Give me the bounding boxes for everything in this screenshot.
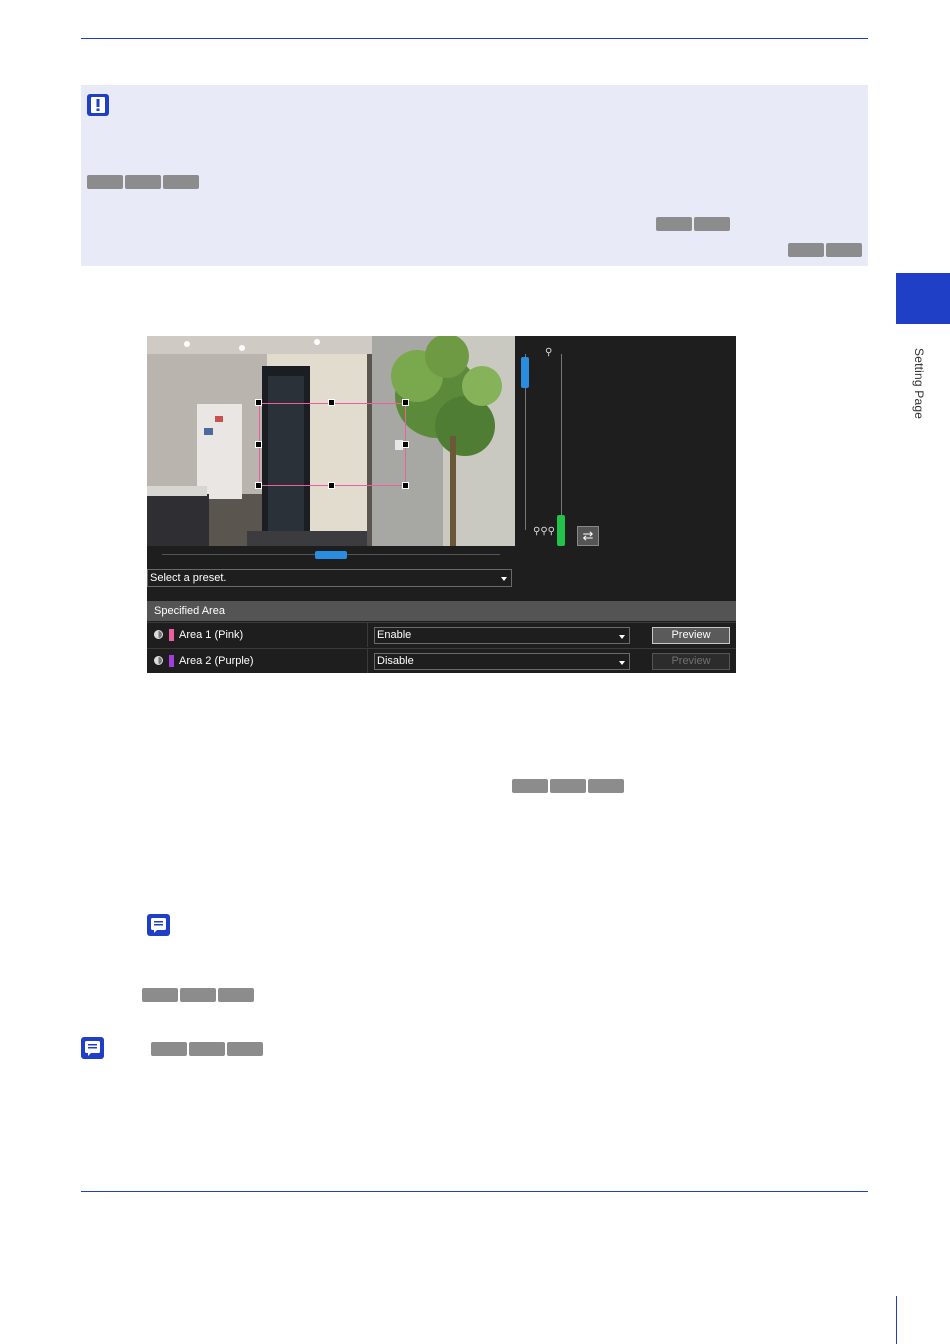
camera-settings-ui: Select a preset. ⚲ ⚲⚲⚲ ⇄ Specified Area …	[147, 336, 736, 673]
resize-handle[interactable]	[402, 441, 409, 448]
note-icon	[81, 1037, 104, 1059]
area-row: Area 1 (Pink) Enable Preview	[147, 622, 736, 647]
area-name: Area 2 (Purple)	[179, 655, 254, 667]
focus-slider-track[interactable]	[561, 354, 562, 530]
resize-handle[interactable]	[402, 482, 409, 489]
mask-icon	[154, 656, 163, 665]
model-chip-group	[151, 1042, 263, 1056]
column-divider	[367, 623, 368, 647]
side-label: Setting Page	[912, 348, 926, 420]
model-chip	[694, 217, 730, 231]
preset-select-value: Select a preset.	[150, 572, 227, 584]
resize-handle[interactable]	[255, 482, 262, 489]
pan-slider-thumb[interactable]	[315, 551, 347, 559]
resize-handle[interactable]	[402, 399, 409, 406]
mask-icon	[154, 630, 163, 639]
model-chip	[512, 779, 548, 793]
resize-handle[interactable]	[255, 441, 262, 448]
model-chip	[142, 988, 178, 1002]
resize-handle[interactable]	[328, 399, 335, 406]
area-setting-select[interactable]: Disable	[374, 653, 630, 670]
top-rule	[81, 38, 868, 39]
model-chip	[588, 779, 624, 793]
area-setting-value: Disable	[377, 655, 414, 667]
area-row: Area 2 (Purple) Disable Preview	[147, 648, 736, 673]
model-chip-group	[788, 243, 862, 257]
model-chip	[189, 1042, 225, 1056]
model-chip	[227, 1042, 263, 1056]
zoom-slider-thumb[interactable]	[521, 357, 529, 388]
area-color-swatch	[169, 629, 174, 641]
specified-area-header: Specified Area	[147, 601, 736, 621]
model-chip	[218, 988, 254, 1002]
chevron-down-icon	[619, 635, 625, 639]
focus-near-icon: ⚲	[545, 347, 553, 358]
preset-select[interactable]: Select a preset.	[147, 569, 512, 587]
area-color-swatch	[169, 655, 174, 667]
page-number-rule	[896, 1296, 897, 1344]
area-name: Area 1 (Pink)	[179, 629, 244, 641]
focus-far-icon: ⚲⚲⚲	[533, 526, 555, 537]
model-chip-group	[87, 175, 199, 189]
model-chip	[826, 243, 862, 257]
model-chip	[788, 243, 824, 257]
column-divider	[367, 649, 368, 673]
preview-button[interactable]: Preview	[652, 627, 730, 644]
preview-button: Preview	[652, 653, 730, 670]
important-icon	[87, 94, 109, 116]
model-chip	[180, 988, 216, 1002]
model-chip	[550, 779, 586, 793]
model-chip	[656, 217, 692, 231]
area-setting-select[interactable]: Enable	[374, 627, 630, 644]
model-chip	[125, 175, 161, 189]
area-setting-value: Enable	[377, 629, 412, 641]
model-chip-group	[512, 779, 624, 793]
focus-slider-thumb[interactable]	[557, 515, 565, 546]
area-1-region[interactable]	[259, 403, 406, 486]
model-chip	[87, 175, 123, 189]
swap-icon[interactable]: ⇄	[577, 526, 599, 546]
model-chip	[151, 1042, 187, 1056]
chapter-tab	[896, 273, 950, 324]
bottom-rule	[81, 1191, 868, 1192]
camera-video	[147, 336, 515, 546]
model-chip-group	[656, 217, 730, 231]
note-icon	[147, 914, 170, 936]
important-box	[81, 85, 868, 266]
model-chip-group	[142, 988, 254, 1002]
chevron-down-icon	[501, 577, 507, 581]
resize-handle[interactable]	[328, 482, 335, 489]
resize-handle[interactable]	[255, 399, 262, 406]
model-chip	[163, 175, 199, 189]
chevron-down-icon	[619, 661, 625, 665]
